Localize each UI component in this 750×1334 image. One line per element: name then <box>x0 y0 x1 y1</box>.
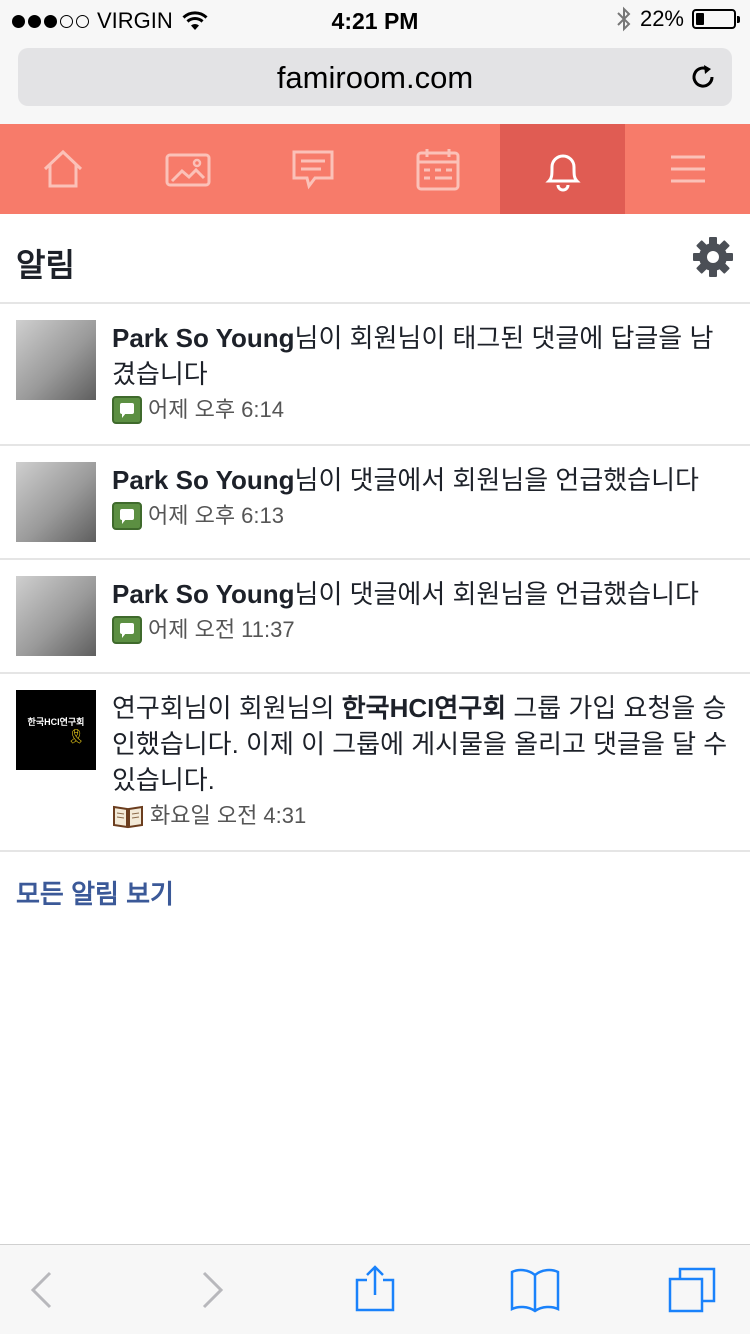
nav-home[interactable] <box>0 124 125 214</box>
avatar <box>16 320 96 400</box>
comment-icon <box>112 616 142 644</box>
calendar-icon <box>416 149 459 191</box>
notification-time: 어제 오후 6:14 <box>148 397 285 422</box>
bookmarks-icon[interactable] <box>510 1265 560 1315</box>
tabs-icon[interactable] <box>668 1265 718 1315</box>
avatar <box>16 576 96 656</box>
notification-text: 님이 댓글에서 회원님을 언급했습니다 <box>294 579 699 609</box>
menu-icon <box>670 155 705 183</box>
home-icon <box>43 149 82 188</box>
ribbon-icon: 🎗 <box>67 728 85 744</box>
comment-icon <box>112 502 142 530</box>
battery-fill <box>696 13 704 25</box>
avatar <box>16 462 96 542</box>
notification-meta: 화요일 오전 4:31 <box>112 798 736 834</box>
actor-name: Park So Young <box>112 323 295 353</box>
top-nav <box>0 124 750 214</box>
photo-icon <box>165 153 210 187</box>
notification-time: 어제 오후 6:13 <box>148 503 285 528</box>
see-all-notifications-link[interactable]: 모든 알림 보기 <box>16 874 174 911</box>
notification-body: 연구회님이 회원님의 한국HCI연구회 그룹 가입 요청을 승인했습니다. 이제… <box>112 690 736 834</box>
notification-time: 어제 오전 11:37 <box>148 617 295 642</box>
notification-meta: 어제 오전 11:37 <box>112 612 736 648</box>
notification-prefix: 연구회님이 회원님의 <box>112 693 342 723</box>
forward-icon[interactable] <box>186 1265 236 1315</box>
browser-address-area: famiroom.com <box>0 42 750 124</box>
address-bar[interactable]: famiroom.com <box>18 48 732 106</box>
notification-time: 화요일 오전 4:31 <box>150 803 307 828</box>
status-bar: VIRGIN 4:21 PM 22% <box>0 0 750 42</box>
notification-text: 님이 댓글에서 회원님을 언급했습니다 <box>294 465 699 495</box>
gear-icon[interactable] <box>692 236 734 278</box>
browser-toolbar <box>0 1244 750 1334</box>
actor-name: Park So Young <box>112 579 295 609</box>
status-right: 22% <box>616 6 740 32</box>
notification-item[interactable]: 한국HCI연구회 🎗 연구회님이 회원님의 한국HCI연구회 그룹 가입 요청을… <box>0 674 750 852</box>
book-icon <box>113 805 143 829</box>
nav-photos[interactable] <box>125 124 250 214</box>
notification-meta: 어제 오후 6:13 <box>112 498 736 534</box>
nav-menu[interactable] <box>625 124 750 214</box>
notification-item[interactable]: Park So Young님이 댓글에서 회원님을 언급했습니다 어제 오후 6… <box>0 446 750 560</box>
comment-icon <box>112 396 142 424</box>
back-icon[interactable] <box>18 1265 68 1315</box>
notification-item[interactable]: Park So Young님이 회원님이 태그된 댓글에 답글을 남겼습니다 어… <box>0 304 750 446</box>
battery-icon <box>692 9 740 29</box>
url-text[interactable]: famiroom.com <box>18 60 732 96</box>
nav-chat[interactable] <box>250 124 375 214</box>
notification-meta: 어제 오후 6:14 <box>112 392 736 428</box>
page-title: 알림 <box>16 247 75 283</box>
nav-notifications[interactable] <box>500 124 625 214</box>
notification-item[interactable]: Park So Young님이 댓글에서 회원님을 언급했습니다 어제 오전 1… <box>0 560 750 674</box>
reload-icon[interactable] <box>688 62 718 92</box>
group-name: 한국HCI연구회 <box>341 693 507 723</box>
actor-name: Park So Young <box>112 465 295 495</box>
group-avatar-text: 한국HCI연구회 <box>27 717 85 727</box>
notification-body: Park So Young님이 댓글에서 회원님을 언급했습니다 어제 오후 6… <box>112 462 736 534</box>
notification-list: Park So Young님이 회원님이 태그된 댓글에 답글을 남겼습니다 어… <box>0 304 750 852</box>
battery-percent: 22% <box>639 6 684 31</box>
nav-calendar[interactable] <box>375 124 500 214</box>
share-icon[interactable] <box>350 1265 400 1315</box>
page-header: 알림 <box>0 214 750 304</box>
bluetooth-icon <box>617 6 631 32</box>
group-avatar: 한국HCI연구회 🎗 <box>16 690 96 770</box>
notification-body: Park So Young님이 댓글에서 회원님을 언급했습니다 어제 오전 1… <box>112 576 736 648</box>
bell-icon <box>544 154 581 192</box>
chat-icon <box>292 150 333 190</box>
notification-body: Park So Young님이 회원님이 태그된 댓글에 답글을 남겼습니다 어… <box>112 320 736 428</box>
